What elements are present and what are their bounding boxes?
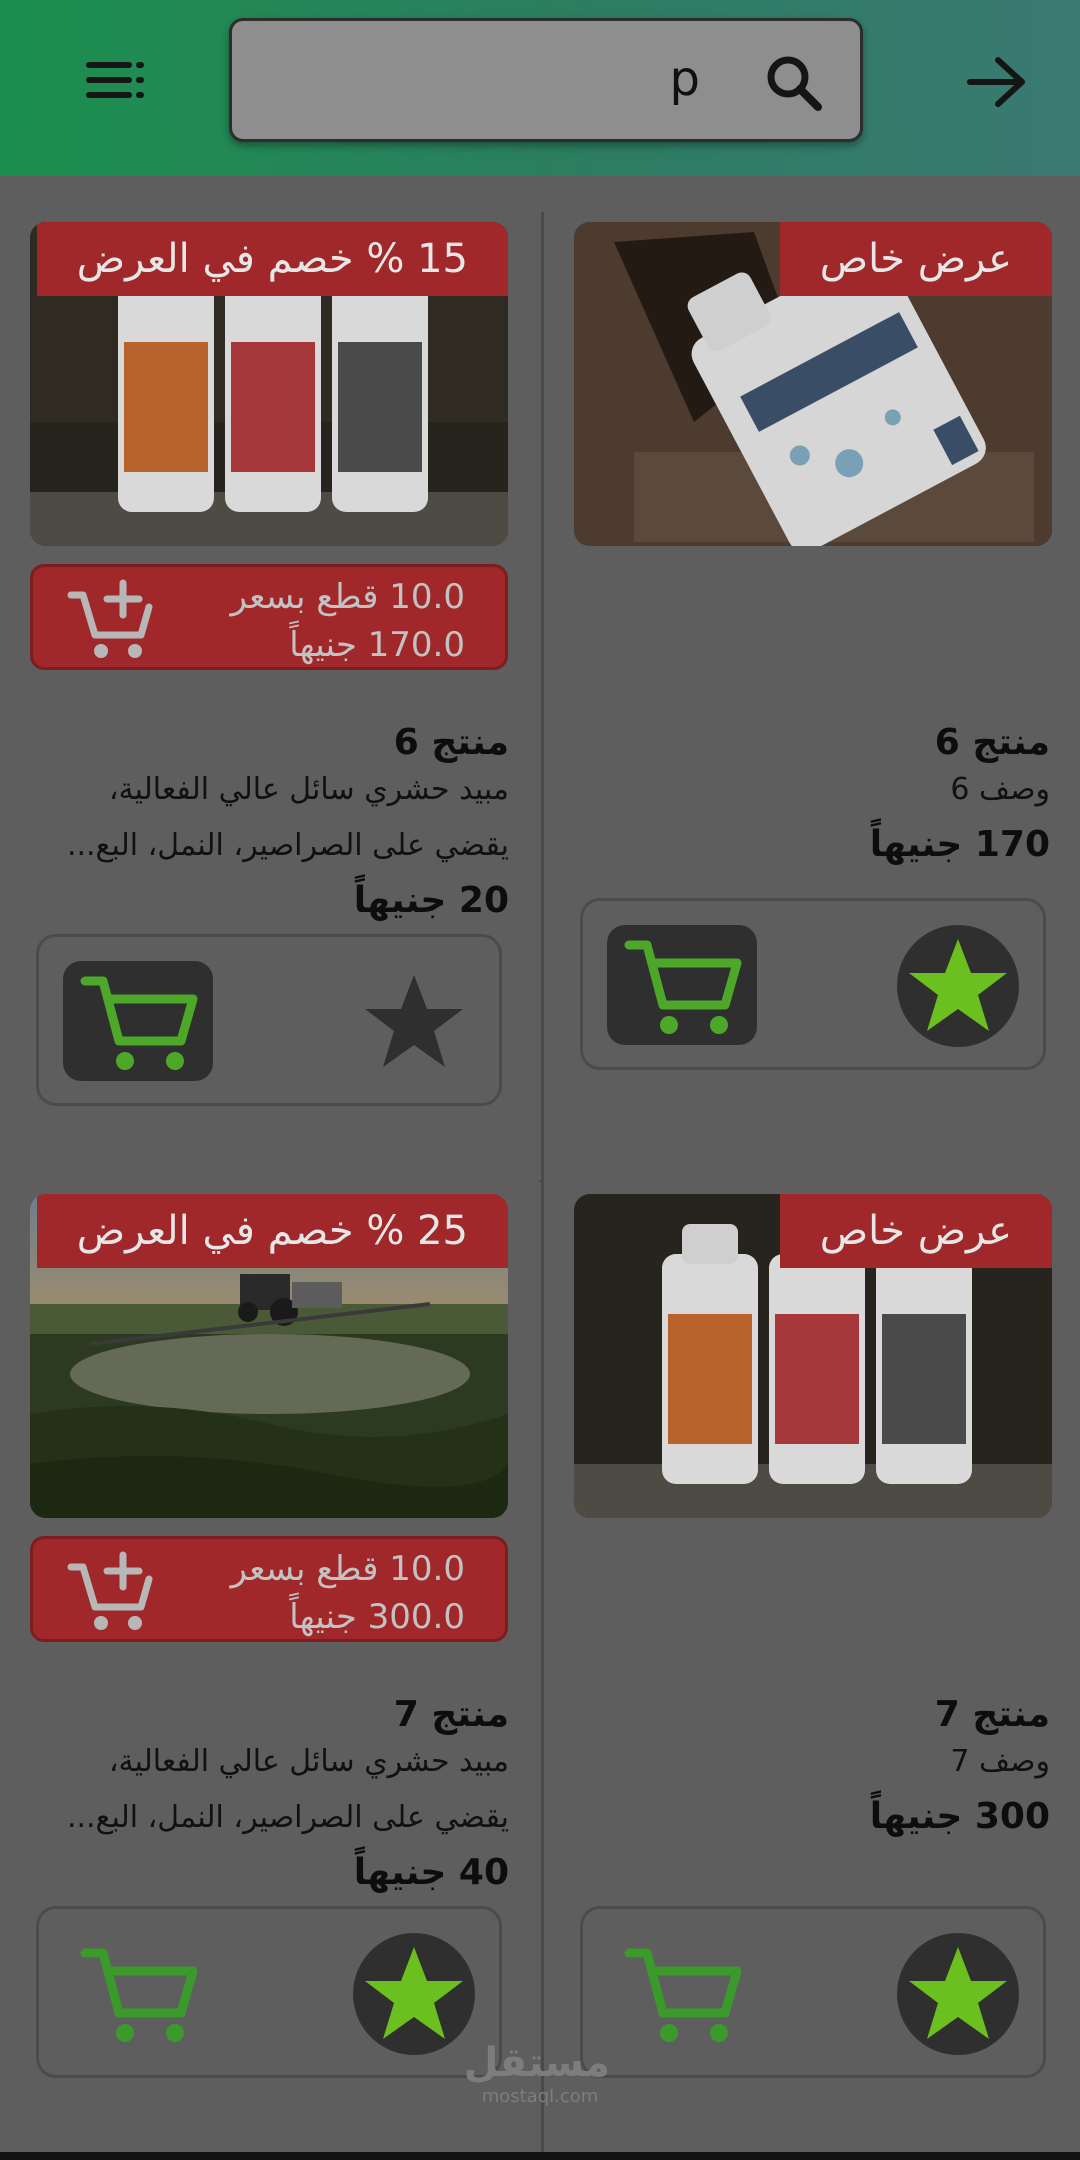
favorite-button[interactable] (897, 925, 1019, 1047)
product-description: مبيد حشري سائل عالي الفعالية، (108, 772, 509, 807)
offer-badge: 25 % خصم في العرض (36, 1194, 508, 1268)
add-to-cart-button[interactable] (607, 1933, 757, 2053)
add-to-cart-button[interactable] (607, 925, 757, 1045)
product-name: منتج 7 (393, 1694, 509, 1735)
product-actions (580, 898, 1046, 1070)
offer-quantity: 10.0 قطع بسعر (230, 1549, 465, 1589)
product-image: عرض خاص (574, 1194, 1052, 1518)
cart-icon (624, 1948, 742, 2042)
favorite-button[interactable] (353, 1933, 475, 2055)
product-actions (580, 1906, 1046, 2078)
product-actions (36, 1906, 502, 2078)
cart-plus-icon (67, 579, 153, 658)
product-grid: عرض خاص منتج 6 وصف 6 170 جنيهاً 15 % خصم… (0, 176, 1080, 2156)
product-name: منتج 6 (934, 722, 1050, 763)
star-icon (365, 975, 463, 1067)
star-icon (909, 939, 1007, 1031)
offer-badge: عرض خاص (779, 1194, 1052, 1268)
search-input-value: p (669, 51, 700, 107)
add-to-cart-button[interactable] (63, 1933, 213, 2053)
product-description: وصف 7 (950, 1744, 1050, 1779)
product-actions (36, 934, 502, 1106)
product-card[interactable]: 15 % خصم في العرض 10.0 قطع بسعر 170.0 جن… (0, 212, 539, 1184)
cart-icon (80, 1948, 198, 2042)
product-price: 170 جنيهاً (869, 824, 1050, 865)
menu-button[interactable] (72, 48, 162, 112)
watermark-arabic: مستقل (463, 2040, 610, 2086)
bulk-offer-button[interactable]: 10.0 قطع بسعر 300.0 جنيهاً (30, 1536, 508, 1642)
offer-quantity: 10.0 قطع بسعر (230, 577, 465, 617)
product-description: مبيد حشري سائل عالي الفعالية، (108, 1744, 509, 1779)
product-image: 15 % خصم في العرض (30, 222, 508, 546)
cart-plus-icon (67, 1551, 153, 1630)
product-card[interactable]: عرض خاص منتج 7 وصف 7 300 جنيهاً (541, 1184, 1080, 2156)
app-bar: p (0, 0, 1080, 176)
offer-badge: عرض خاص (779, 222, 1052, 296)
offer-price: 300.0 جنيهاً (289, 1597, 465, 1637)
product-card[interactable]: عرض خاص منتج 6 وصف 6 170 جنيهاً (541, 212, 1080, 1184)
product-image: 25 % خصم في العرض (30, 1194, 508, 1518)
product-image: عرض خاص (574, 222, 1052, 546)
cart-icon (80, 976, 198, 1070)
favorite-button[interactable] (353, 961, 475, 1083)
add-to-cart-button[interactable] (63, 961, 213, 1081)
product-price: 300 جنيهاً (869, 1796, 1050, 1837)
product-price: 20 جنيهاً (353, 880, 509, 921)
watermark-latin: mostaql.com (481, 2086, 599, 2107)
cart-icon (624, 940, 742, 1034)
offer-badge: 15 % خصم في العرض (36, 222, 508, 296)
watermark: مستقل mostaql.com (463, 2040, 610, 2107)
arrow-right-icon[interactable] (964, 54, 1028, 110)
bulk-offer-button[interactable]: 10.0 قطع بسعر 170.0 جنيهاً (30, 564, 508, 670)
offer-price: 170.0 جنيهاً (289, 625, 465, 665)
product-name: منتج 6 (393, 722, 509, 763)
search-icon[interactable] (762, 51, 826, 115)
product-description: يقضي على الصراصير، النمل، البع... (66, 828, 509, 863)
menu-icon (86, 62, 144, 98)
system-nav-bar (0, 2152, 1080, 2160)
product-name: منتج 7 (934, 1694, 1050, 1735)
favorite-button[interactable] (897, 1933, 1019, 2055)
product-description: يقضي على الصراصير، النمل، البع... (66, 1800, 509, 1835)
product-description: وصف 6 (950, 772, 1050, 807)
product-card[interactable]: 25 % خصم في العرض 10.0 قطع بسعر 300.0 جن… (0, 1184, 539, 2156)
star-icon (365, 1947, 463, 2039)
star-icon (909, 1947, 1007, 2039)
search-input[interactable]: p (229, 18, 863, 142)
product-price: 40 جنيهاً (353, 1852, 509, 1893)
